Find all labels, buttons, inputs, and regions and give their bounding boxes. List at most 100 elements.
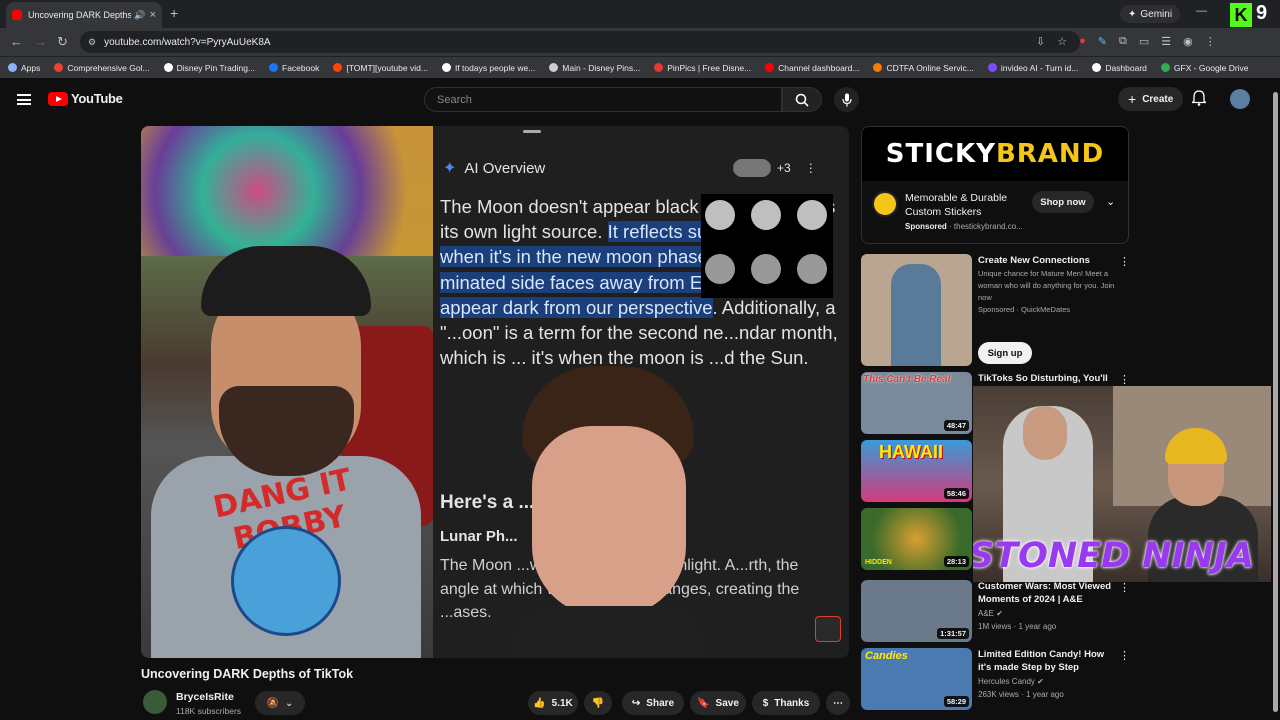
voice-search-button[interactable] <box>834 87 859 112</box>
reading-list-icon[interactable]: ☰ <box>1161 35 1171 48</box>
bookmark-label: Comprehensive Gol... <box>67 62 150 73</box>
browser-tab[interactable]: Uncovering DARK Depths o 🔊 × <box>6 2 162 28</box>
like-button[interactable]: 👍 5.1K <box>528 691 578 715</box>
thanks-dollar-icon: $ <box>762 697 769 709</box>
ad-sponsored-line: Sponsored · thestickybrand.co... <box>905 222 1023 231</box>
reload-icon[interactable]: ↻ <box>57 34 68 50</box>
channel-name[interactable]: BryceIsRite <box>176 691 234 703</box>
search-button[interactable] <box>782 87 822 112</box>
more-actions-button[interactable]: ⋯ <box>826 691 850 715</box>
create-button[interactable]: + Create <box>1118 87 1184 111</box>
recommendation-menu-icon[interactable]: ⋮ <box>1119 373 1130 386</box>
bookmark-label: GFX - Google Drive <box>1173 62 1249 73</box>
bookmark-item[interactable]: Channel dashboard... <box>765 63 859 73</box>
bookmark-favicon-icon <box>1160 63 1170 72</box>
share-button[interactable]: ↪ Share <box>622 691 684 715</box>
recommendation-menu-icon[interactable]: ⋮ <box>1119 581 1130 594</box>
channel-avatar[interactable] <box>143 690 167 714</box>
ai-sparkle-icon: ✦ <box>443 160 457 177</box>
page-scrollbar[interactable] <box>1271 78 1280 720</box>
extension-blue-icon[interactable]: ✎ <box>1098 35 1107 48</box>
recommendation-thumbnail[interactable]: 1:31:57 <box>861 580 972 642</box>
dislike-button[interactable]: 👎 <box>584 691 612 715</box>
more-horizontal-icon: ⋯ <box>833 697 843 709</box>
subscribed-notifications-button[interactable]: 🔕 ⌄ <box>255 691 305 715</box>
recommendation-thumbnail[interactable] <box>861 254 972 366</box>
hamburger-menu-icon[interactable] <box>17 94 31 105</box>
video-player[interactable]: DANG IT BOBBY ✦ AI Overview +3 ⋮ The Moo… <box>141 126 849 658</box>
shop-now-button[interactable]: Shop now <box>1032 191 1094 213</box>
recommendation-menu-icon[interactable]: ⋮ <box>1119 255 1130 268</box>
bookmark-item[interactable]: GFX - Google Drive <box>1160 62 1249 73</box>
bookmark-item[interactable]: Main - Disney Pins... <box>549 63 640 73</box>
verified-badge-icon: ✔ <box>1037 677 1044 686</box>
recommendation-title[interactable]: Customer Wars: Most Viewed Moments of 20… <box>978 580 1118 606</box>
profile-icon[interactable]: ◉ <box>1183 35 1193 48</box>
scrollbar-thumb[interactable] <box>1273 92 1278 712</box>
back-arrow-icon[interactable]: ← <box>10 34 23 49</box>
ad-expand-chevron-icon[interactable]: ⌄ <box>1106 195 1115 208</box>
recommendation-thumbnail[interactable]: HAWAII 58:46 <box>861 440 972 502</box>
bookmark-item[interactable]: invideo AI - Turn id... <box>987 63 1078 73</box>
recommendation-item[interactable]: Candies 58:29 Limited Edition Candy! How… <box>861 648 1131 710</box>
new-tab-button[interactable]: + <box>170 5 178 21</box>
cast-icon[interactable]: ▭ <box>1139 35 1149 48</box>
recommendation-thumbnail[interactable]: This Can't Be Real 48:47 <box>861 372 972 434</box>
install-icon[interactable]: ⇩ <box>1036 35 1045 48</box>
url-field[interactable]: ⚙ youtube.com/watch?v=PyryAuUeK8A <box>80 31 1080 53</box>
browser-tab-bar: Uncovering DARK Depths o 🔊 × + ✦ Gemini … <box>0 0 1280 28</box>
sign-up-button[interactable]: Sign up <box>978 342 1032 364</box>
extensions-puzzle-icon[interactable]: ⧉ <box>1119 35 1127 48</box>
bookmark-item[interactable]: PinPics | Free Disne... <box>654 63 751 73</box>
search-input[interactable]: Search <box>424 87 782 112</box>
forward-arrow-icon[interactable]: → <box>34 34 47 49</box>
bookmark-item[interactable]: If todays people we... <box>441 63 535 73</box>
thumbnail-caption: HAWAII <box>879 442 944 462</box>
ad-title[interactable]: Memorable & Durable Custom Stickers <box>905 191 1035 219</box>
bookmark-label: PinPics | Free Disne... <box>667 62 752 73</box>
bookmark-star-icon[interactable]: ☆ <box>1057 35 1067 48</box>
bookmark-item[interactable]: Facebook <box>269 63 319 73</box>
bookmark-item[interactable]: [TOMT][youtube vid... <box>333 63 428 73</box>
recommendation-thumbnail[interactable]: HIDDEN 28:13 <box>861 508 972 570</box>
site-info-icon[interactable]: ⚙ <box>88 37 96 48</box>
recommendation-title[interactable]: Create New Connections <box>978 254 1118 267</box>
bookmark-item[interactable]: Apps <box>8 63 40 73</box>
bookmark-favicon-icon <box>549 63 559 72</box>
channel-name: A&E <box>978 609 995 618</box>
notifications-bell-icon[interactable] <box>1190 90 1208 111</box>
window-minimize-icon[interactable]: — <box>1196 5 1219 17</box>
account-avatar[interactable] <box>1230 89 1250 109</box>
save-button[interactable]: 🔖 Save <box>690 691 746 715</box>
thanks-button[interactable]: $ Thanks <box>752 691 820 715</box>
browser-menu-icon[interactable]: ⋮ <box>1205 35 1216 48</box>
ad-sponsored-label: Sponsored <box>905 222 947 231</box>
recommendation-menu-icon[interactable]: ⋮ <box>1119 649 1130 662</box>
ad-banner[interactable]: STICKY BRAND <box>862 127 1128 181</box>
bookmark-favicon-icon <box>654 63 664 72</box>
recommendation-title[interactable]: Limited Edition Candy! How it's made Ste… <box>978 648 1118 674</box>
bookmark-item[interactable]: Comprehensive Gol... <box>54 62 150 73</box>
bookmark-item[interactable]: Dashboard <box>1092 63 1147 73</box>
recommendation-thumbnail[interactable]: Candies 58:29 <box>861 648 972 710</box>
bookmark-item[interactable]: CDTFA Online Servic... <box>873 63 974 73</box>
overlay-stream-title: STONED NINJA <box>973 536 1254 576</box>
channel-watermark-icon[interactable] <box>815 616 841 642</box>
recommendation-item[interactable]: 1:31:57 Customer Wars: Most Viewed Momen… <box>861 580 1131 642</box>
recommendation-channel[interactable]: A&E ✔ <box>978 608 1003 620</box>
recommendation-channel[interactable]: Hercules Candy ✔ <box>978 676 1044 688</box>
gemini-button[interactable]: ✦ Gemini <box>1120 5 1181 23</box>
video-duration: 48:47 <box>943 420 969 431</box>
verified-badge-icon: ✔ <box>996 609 1003 618</box>
speaker-icon[interactable]: 🔊 <box>134 10 145 21</box>
recommendation-title[interactable]: TikToks So Disturbing, You'll <box>978 372 1118 385</box>
share-label: Share <box>646 697 675 709</box>
bookmark-favicon-icon <box>54 63 64 72</box>
tab-close-icon[interactable]: × <box>150 9 156 21</box>
youtube-logo[interactable]: YouTube <box>48 91 123 106</box>
bookmarks-bar: Apps Comprehensive Gol... Disney Pin Tradi… <box>0 56 1280 78</box>
sponsored-ad-card[interactable]: STICKY BRAND Memorable & Durable Custom … <box>861 126 1129 244</box>
bookmark-favicon-icon <box>8 63 17 72</box>
extension-red-icon[interactable]: ● <box>1079 35 1086 48</box>
bookmark-item[interactable]: Disney Pin Trading... <box>163 63 255 73</box>
